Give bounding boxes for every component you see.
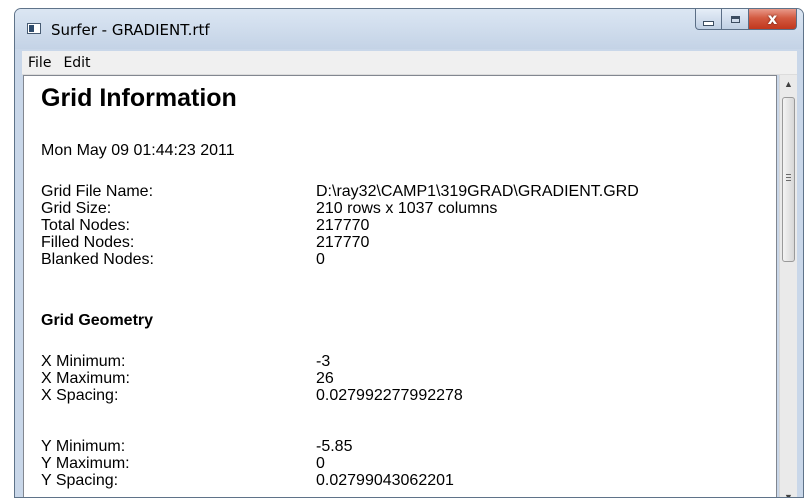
- close-button[interactable]: x: [749, 9, 797, 30]
- document-area[interactable]: Grid Information Mon May 09 01:44:23 201…: [23, 75, 777, 497]
- maximize-button[interactable]: [722, 9, 749, 30]
- info-label: Total Nodes:: [41, 217, 130, 234]
- caption-buttons: x: [695, 9, 797, 30]
- info-value: D:\ray32\CAMP1\319GRAD\GRADIENT.GRD: [316, 183, 639, 200]
- document-title: Grid Information: [41, 84, 237, 112]
- window-title: Surfer - GRADIENT.rtf: [51, 21, 210, 39]
- geometry-value: 0.02799043062201: [316, 472, 454, 489]
- geometry-value: -3: [316, 353, 331, 370]
- scroll-down-icon: ▼: [784, 491, 793, 498]
- y-geometry-list: Y Minimum: -5.85 Y Maximum: 0 Y Spacing:…: [41, 438, 454, 489]
- geometry-value: 26: [316, 370, 334, 387]
- geometry-label: X Minimum:: [41, 353, 126, 370]
- info-value: 0: [316, 251, 325, 268]
- geometry-value: -5.85: [316, 438, 353, 455]
- info-label: Blanked Nodes:: [41, 251, 154, 268]
- geometry-row: Y Minimum: -5.85: [41, 438, 454, 455]
- geometry-row: X Spacing: 0.027992277992278: [41, 387, 463, 404]
- x-geometry-list: X Minimum: -3 X Maximum: 26 X Spacing: 0…: [41, 353, 463, 404]
- title-bar[interactable]: Surfer - GRADIENT.rtf x: [15, 9, 803, 49]
- scrollbar-thumb[interactable]: [782, 97, 795, 262]
- info-row: Grid File Name: D:\ray32\CAMP1\319GRAD\G…: [41, 183, 639, 200]
- geometry-value: 0: [316, 455, 325, 472]
- geometry-label: Y Minimum:: [41, 438, 126, 455]
- maximize-icon: [730, 15, 740, 23]
- info-row: Blanked Nodes: 0: [41, 251, 639, 268]
- geometry-label: X Maximum:: [41, 370, 130, 387]
- info-label: Filled Nodes:: [41, 234, 135, 251]
- info-value: 210 rows x 1037 columns: [316, 200, 498, 217]
- info-row: Grid Size: 210 rows x 1037 columns: [41, 200, 639, 217]
- geometry-label: X Spacing:: [41, 387, 119, 404]
- geometry-row: X Maximum: 26: [41, 370, 463, 387]
- thumb-grip-icon: [786, 174, 791, 183]
- info-row: Total Nodes: 217770: [41, 217, 639, 234]
- info-row: Filled Nodes: 217770: [41, 234, 639, 251]
- close-icon: x: [767, 10, 778, 28]
- geometry-row: Y Maximum: 0: [41, 455, 454, 472]
- menu-file[interactable]: File: [22, 55, 57, 71]
- geometry-label: Y Spacing:: [41, 472, 119, 489]
- geometry-row: Y Spacing: 0.02799043062201: [41, 472, 454, 489]
- info-label: Grid File Name:: [41, 183, 154, 200]
- report-date: Mon May 09 01:44:23 2011: [41, 142, 235, 159]
- minimize-button[interactable]: [695, 9, 722, 30]
- info-value: 217770: [316, 217, 370, 234]
- menu-bar: File Edit: [22, 51, 797, 75]
- info-label: Grid Size:: [41, 200, 112, 217]
- scroll-down-button[interactable]: ▼: [780, 488, 797, 498]
- geometry-row: X Minimum: -3: [41, 353, 463, 370]
- vertical-scrollbar[interactable]: ▲ ▼: [779, 75, 797, 498]
- grid-info-list: Grid File Name: D:\ray32\CAMP1\319GRAD\G…: [41, 183, 639, 268]
- menu-edit[interactable]: Edit: [57, 55, 96, 71]
- scroll-up-icon: ▲: [784, 78, 793, 89]
- grid-geometry-heading: Grid Geometry: [41, 312, 154, 329]
- info-value: 217770: [316, 234, 370, 251]
- geometry-value: 0.027992277992278: [316, 387, 463, 404]
- app-window: Surfer - GRADIENT.rtf x File Edit Grid I…: [14, 8, 804, 498]
- app-icon[interactable]: [27, 23, 41, 34]
- minimize-icon: [703, 20, 714, 26]
- geometry-label: Y Maximum:: [41, 455, 130, 472]
- scroll-up-button[interactable]: ▲: [780, 75, 797, 92]
